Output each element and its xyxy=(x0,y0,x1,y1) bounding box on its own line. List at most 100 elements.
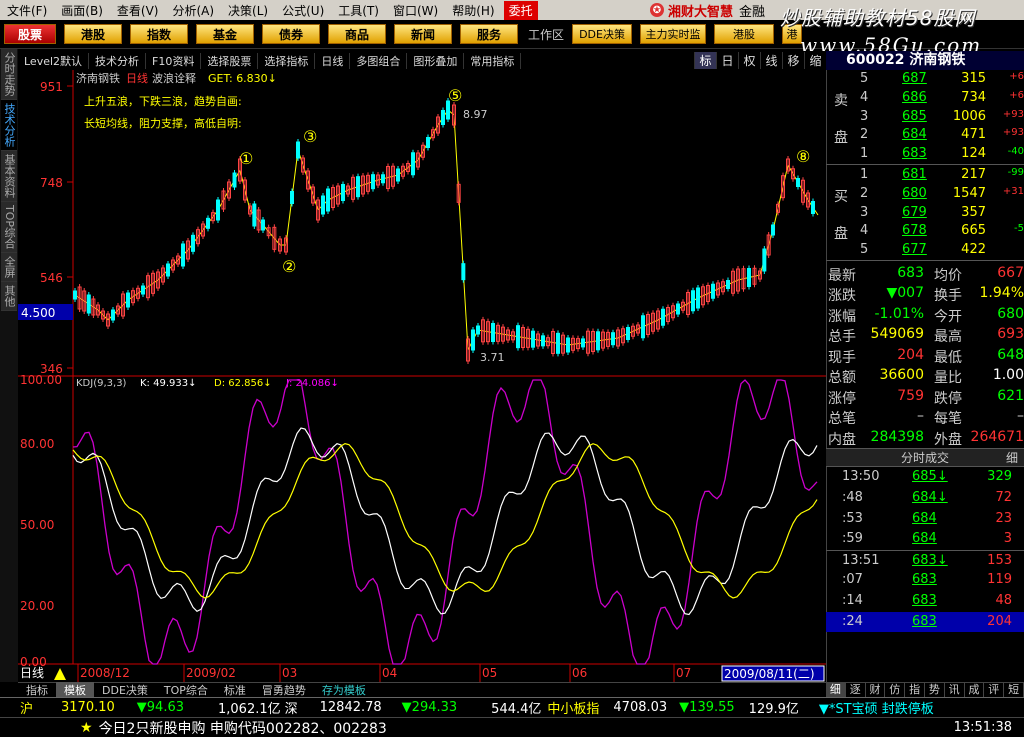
hk-button-3[interactable]: 港 xyxy=(782,24,803,44)
market-button-1[interactable]: 指数 xyxy=(130,24,188,44)
kdj-k: K: 49.933↓ xyxy=(140,378,196,389)
toolbar-item-7[interactable]: 图形叠加 xyxy=(407,52,465,69)
zxb-label: 中小板指 xyxy=(547,702,600,717)
side-tab-2[interactable]: 基本资料 xyxy=(1,151,17,202)
trade-row[interactable]: 13:50 685↓ 329 xyxy=(826,467,1024,488)
toolbar-right-4[interactable]: 移 xyxy=(782,52,804,69)
menu-item-9[interactable]: 委托 xyxy=(503,0,538,20)
stat-value: – xyxy=(1017,408,1024,425)
side-tab-0[interactable]: 分时走势 xyxy=(1,49,17,100)
toolbar-item-8[interactable]: 常用指标 xyxy=(464,52,522,69)
trade-row[interactable]: :53 684 23 xyxy=(826,509,1024,530)
quote-tabs: 细逐财仿指势讯成评短 xyxy=(826,682,1024,697)
side-tab-4[interactable]: 全屏 xyxy=(1,253,17,283)
toolbar-item-2[interactable]: F10资料 xyxy=(146,52,202,69)
quote-tab-5[interactable]: 势 xyxy=(925,683,945,697)
trades-header[interactable]: 分时成交 细 xyxy=(826,448,1024,468)
quote-tab-7[interactable]: 成 xyxy=(965,683,985,697)
toolbar-item-4[interactable]: 选择指标 xyxy=(258,52,316,69)
toolbar-right-0[interactable]: 标 xyxy=(694,52,716,69)
stat-label: 跌停 xyxy=(934,390,962,407)
trade-row[interactable]: :24 683 204 xyxy=(826,611,1024,633)
news-status-bar: ★ 今日2只新股申购 申购代码002282、002283 13:51:38 xyxy=(0,717,1024,737)
trades-detail-link[interactable]: 细 xyxy=(1006,449,1018,468)
side-tab-5[interactable]: 其他 xyxy=(1,282,17,312)
stock-button[interactable]: 股票 xyxy=(4,24,56,44)
toolbar-item-6[interactable]: 多图组合 xyxy=(350,52,408,69)
market-button-0[interactable]: 港股 xyxy=(64,24,122,44)
chart-tab-2[interactable]: DDE决策 xyxy=(94,682,156,698)
chart-tab-4[interactable]: 标准 xyxy=(216,682,254,698)
volume: 217 xyxy=(961,166,986,182)
chart-tab-3[interactable]: TOP综合 xyxy=(156,682,216,698)
price[interactable]: 684 xyxy=(902,127,927,142)
chart-area[interactable]: 951 748 546 346 4.500 济南钢铁 日线 波浪诠释 GET: 6.830↓ 上升… xyxy=(18,70,826,682)
market-button-2[interactable]: 基金 xyxy=(196,24,254,44)
trade-row[interactable]: :14 683 48 xyxy=(826,591,1024,612)
main-monitor-button[interactable]: 主力实时监 xyxy=(640,24,707,44)
quote-tab-4[interactable]: 指 xyxy=(905,683,925,697)
price[interactable]: 680 xyxy=(902,186,927,201)
toolbar-right-3[interactable]: 线 xyxy=(760,52,782,69)
price[interactable]: 686 xyxy=(902,90,927,105)
toolbar-right-1[interactable]: 日 xyxy=(716,52,738,69)
trade-price: 683↓ xyxy=(912,552,948,568)
stat-label: 均价 xyxy=(934,267,962,284)
quote-tab-0[interactable]: 细 xyxy=(826,683,846,697)
dde-button[interactable]: DDE决策 xyxy=(572,24,633,44)
price[interactable]: 679 xyxy=(902,205,927,220)
price[interactable]: 685 xyxy=(902,109,927,124)
toolbar-item-0[interactable]: Level2默认 xyxy=(18,52,90,69)
menu-item-6[interactable]: 工具(T) xyxy=(331,2,386,19)
chart-tab-1[interactable]: 模板 xyxy=(56,682,94,698)
market-button-6[interactable]: 服务 xyxy=(460,24,518,44)
side-tab-1[interactable]: 技术分析 xyxy=(1,100,17,151)
price[interactable]: 677 xyxy=(902,242,927,257)
quote-tab-1[interactable]: 逐 xyxy=(846,683,866,697)
stat-row: 总手 549069 最高 693 xyxy=(826,325,1024,346)
menu-item-1[interactable]: 画面(B) xyxy=(54,2,110,19)
menu-item-4[interactable]: 决策(L) xyxy=(221,2,275,19)
market-button-4[interactable]: 商品 xyxy=(328,24,386,44)
menu-item-5[interactable]: 公式(U) xyxy=(275,2,331,19)
toolbar-item-3[interactable]: 选择股票 xyxy=(201,52,259,69)
trade-row[interactable]: :07 683 119 xyxy=(826,570,1024,591)
trade-row[interactable]: 13:51 683↓ 153 xyxy=(826,549,1024,571)
menu-item-2[interactable]: 查看(V) xyxy=(110,2,166,19)
market-button-3[interactable]: 债券 xyxy=(262,24,320,44)
price[interactable]: 687 xyxy=(902,71,927,86)
price[interactable]: 681 xyxy=(902,167,927,182)
quote-tab-3[interactable]: 仿 xyxy=(885,683,906,697)
trade-row[interactable]: :48 684↓ 72 xyxy=(826,488,1024,509)
menu-item-3[interactable]: 分析(A) xyxy=(165,2,221,19)
price[interactable]: 678 xyxy=(902,223,927,238)
side-tab-3[interactable]: TOP综合 xyxy=(1,202,17,254)
chart-tab-0[interactable]: 指标 xyxy=(18,682,56,698)
stat-label: 总笔 xyxy=(828,411,856,428)
toolbar-item-5[interactable]: 日线 xyxy=(315,52,351,69)
kline-chart[interactable]: 9517485463464.500济南钢铁 日线 波浪诠释 GET: 6.830↓上升… xyxy=(18,70,826,682)
trade-row[interactable]: :59 684 3 xyxy=(826,529,1024,550)
quote-tab-2[interactable]: 财 xyxy=(866,683,886,697)
menu-item-7[interactable]: 窗口(W) xyxy=(386,2,445,19)
hk-button-2[interactable]: 港股 xyxy=(714,24,775,44)
quote-tab-6[interactable]: 讯 xyxy=(945,683,965,697)
chart-tab-5[interactable]: 冒勇趋势 xyxy=(254,682,314,698)
toolbar-right-2[interactable]: 权 xyxy=(738,52,760,69)
menu-item-8[interactable]: 帮助(H) xyxy=(445,2,501,19)
trade-price: 683 xyxy=(912,593,937,609)
high-price-mark: 8.97 xyxy=(463,108,488,121)
quote-tab-8[interactable]: 评 xyxy=(984,683,1005,697)
candle-body xyxy=(86,294,91,314)
price[interactable]: 683 xyxy=(902,146,927,161)
toolbar-item-1[interactable]: 技术分析 xyxy=(89,52,147,69)
quote-tab-9[interactable]: 短 xyxy=(1004,683,1024,697)
toolbar-right-5[interactable]: 缩 xyxy=(804,52,826,69)
news-ticker[interactable]: 今日2只新股申购 申购代码002282、002283 xyxy=(99,718,387,737)
sz-label: 深 xyxy=(284,702,298,717)
workspace-label[interactable]: 工作区 xyxy=(528,26,564,43)
stat-row: 涨跌 ▼007 换手 1.94% xyxy=(826,284,1024,305)
menu-item-0[interactable]: 文件(F) xyxy=(0,2,54,19)
chart-tab-6[interactable]: 存为模板 xyxy=(314,682,374,698)
market-button-5[interactable]: 新闻 xyxy=(394,24,452,44)
